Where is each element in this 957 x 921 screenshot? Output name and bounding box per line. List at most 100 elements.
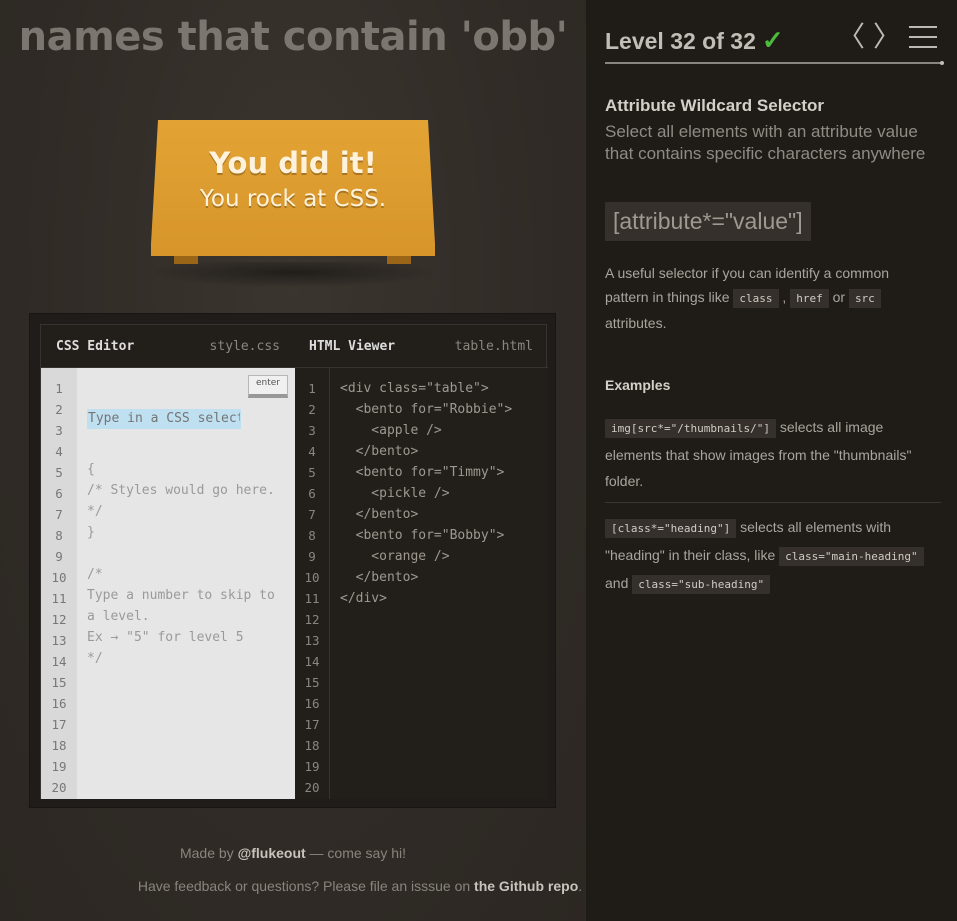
editor-panes: CSS Editor style.css HTML Viewer table.h…: [40, 324, 548, 799]
css-code-line: }: [87, 525, 95, 540]
hint-separator: or: [828, 289, 849, 305]
line-number: 6: [308, 486, 316, 501]
github-repo-link[interactable]: the Github repo: [474, 878, 578, 894]
css-code-line: /*: [87, 567, 103, 582]
example-code-main-heading: class="main-heading": [779, 547, 924, 566]
html-code-line: <bento for="Robbie">: [340, 402, 513, 417]
previous-level-icon[interactable]: 〈: [837, 22, 865, 52]
example-thumbnails: img[src*="/thumbnails/"] selects all ima…: [605, 414, 941, 494]
enter-button[interactable]: enter: [248, 375, 288, 398]
example-code: img[src*="/thumbnails/"]: [605, 419, 776, 438]
selector-hint: A useful selector if you can identify a …: [605, 261, 935, 335]
css-editor-header: CSS Editor style.css: [41, 325, 295, 368]
winner-table: You did it! You rock at CSS.: [151, 120, 435, 256]
line-number: 4: [55, 444, 63, 459]
level-text: Level 32 of 32: [605, 28, 756, 54]
line-number: 20: [304, 780, 320, 795]
hint-separator: ,: [778, 289, 791, 305]
css-code-line: */: [87, 504, 103, 519]
line-number: 18: [51, 738, 67, 753]
credits: Made by @flukeout — come say hi!: [0, 845, 586, 861]
line-number: 17: [51, 717, 67, 732]
line-number: 19: [51, 759, 67, 774]
table-leg-left: [174, 256, 198, 264]
line-number: 3: [55, 423, 63, 438]
author-link[interactable]: @flukeout: [238, 845, 306, 861]
example-code-sub-heading: class="sub-heading": [632, 575, 771, 594]
line-number: 1: [308, 381, 316, 396]
html-code: <div class="table"> <bento for="Robbie">…: [340, 378, 512, 609]
example-code: [class*="heading"]: [605, 519, 737, 538]
level-indicator: Level 32 of 32 ✓: [605, 25, 784, 56]
css-code-line: [87, 543, 275, 564]
level-menu-icon[interactable]: [909, 26, 937, 48]
line-number: 10: [304, 570, 320, 585]
line-number: 15: [304, 675, 320, 690]
css-selector-input[interactable]: [87, 409, 241, 429]
line-number: 14: [304, 654, 320, 669]
line-number: 9: [55, 549, 63, 564]
selector-name: Attribute Wildcard Selector: [605, 96, 824, 115]
line-number: 20: [51, 780, 67, 795]
html-file-name: table.html: [454, 338, 533, 354]
sidebar: Level 32 of 32 ✓ 〈 〉 Attribute Wildcard S…: [586, 0, 957, 921]
line-number: 9: [308, 549, 316, 564]
line-number: 6: [55, 486, 63, 501]
html-code-line: <div class="table">: [340, 381, 489, 396]
line-number: 7: [308, 507, 316, 522]
winner-title: You did it!: [209, 146, 377, 180]
line-number: 8: [308, 528, 316, 543]
editor: CSS Editor style.css HTML Viewer table.h…: [29, 313, 556, 808]
line-number: 11: [51, 591, 67, 606]
winner-subtitle: You rock at CSS.: [199, 186, 387, 212]
table-shadow: [150, 262, 438, 288]
css-file-name: style.css: [209, 338, 280, 354]
html-code-line: <bento for="Timmy">: [340, 465, 505, 480]
css-editor-pane: 1234567891011121314151617181920 {/* Styl…: [41, 368, 295, 799]
selector-title: Select all elements with an attribute va…: [605, 122, 926, 163]
html-viewer-header: HTML Viewer table.html: [295, 325, 548, 368]
credits-prefix: Made by: [179, 845, 238, 861]
html-code-line: <apple />: [340, 423, 442, 438]
css-editor-title: CSS Editor: [56, 338, 135, 354]
selector-syntax: [attribute*="value"]: [605, 202, 811, 241]
hint-code-src: src: [848, 289, 881, 308]
examples-title: Examples: [605, 377, 671, 393]
line-number: 1: [55, 381, 63, 396]
level-progress-dot: [940, 61, 944, 65]
line-number: 14: [51, 654, 67, 669]
line-number: 3: [308, 423, 316, 438]
line-number: 8: [55, 528, 63, 543]
example-text-and: and: [605, 575, 633, 591]
line-number: 12: [51, 612, 67, 627]
table-leg-right: [387, 256, 411, 264]
feedback-suffix: .: [578, 878, 583, 894]
html-code-line: <orange />: [340, 549, 450, 564]
credits-suffix: — come say hi!: [305, 845, 407, 861]
line-number: 16: [304, 696, 320, 711]
level-header: Level 32 of 32 ✓ 〈 〉: [605, 22, 941, 66]
css-line-numbers: 1 2 3 4 5 6 7 8 9 10 11 12 13 14 15 16 17 18 19 20: [41, 368, 77, 799]
line-number: 18: [304, 738, 320, 753]
css-code: {/* Styles would go here. */} /* Type a num…: [87, 378, 275, 669]
example-heading: [class*="heading"] selects all elements …: [605, 514, 941, 598]
line-number: 2: [308, 402, 316, 417]
line-number: 15: [51, 675, 67, 690]
line-number: 19: [304, 759, 320, 774]
css-code-line: /* Styles would go here.: [87, 483, 275, 498]
html-code-line: <bento for="Bobby">: [340, 528, 505, 543]
html-viewer-title: HTML Viewer: [309, 338, 396, 354]
level-progress-fill: [605, 62, 942, 64]
hint-code-href: href: [790, 289, 829, 308]
html-line-numbers: 1 2 3 4 5 6 7 8 9 10 11 12 13 14 15 16 17 18 19 20: [295, 368, 330, 799]
line-number: 13: [304, 633, 320, 648]
next-level-icon[interactable]: 〉: [873, 22, 901, 52]
line-number: 13: [51, 633, 67, 648]
game-area: names that contain 'obb' You did it! You…: [0, 0, 586, 921]
html-code-line: </bento>: [340, 507, 419, 522]
line-number: 4: [308, 444, 316, 459]
hint-code-class: class: [733, 289, 779, 308]
line-number: 16: [51, 696, 67, 711]
line-number: 10: [51, 570, 67, 585]
example-divider: [605, 502, 941, 503]
